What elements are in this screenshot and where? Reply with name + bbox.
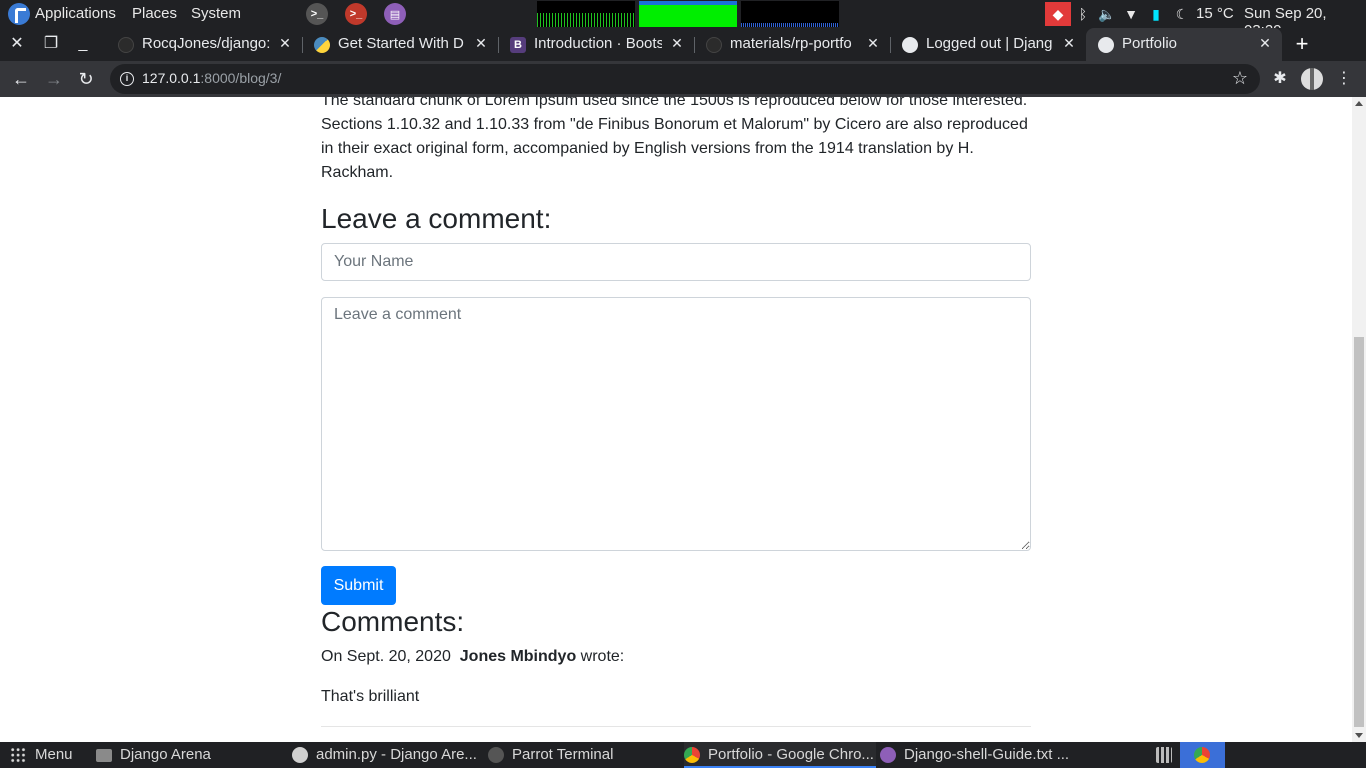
workspace-chrome-thumbnail[interactable]: [1180, 742, 1225, 768]
taskbar-item-portfolio-chrome[interactable]: Portfolio - Google Chro...: [684, 742, 876, 768]
new-tab-icon[interactable]: +: [1290, 33, 1314, 57]
editor-icon: [292, 747, 308, 763]
address-bar[interactable]: i 127.0.0.1:8000/blog/3/ ☆: [110, 64, 1260, 94]
applications-menu[interactable]: Applications: [35, 5, 116, 22]
comment-date: On Sept. 20, 2020: [321, 648, 451, 665]
chrome-menu-icon[interactable]: ⋮: [1334, 69, 1354, 89]
workspace-switcher-icon[interactable]: [1156, 742, 1176, 768]
comment-body: That's brilliant: [321, 688, 420, 705]
url-path: :8000/blog/3/: [200, 70, 282, 86]
profile-avatar[interactable]: [1301, 68, 1323, 90]
close-tab-icon[interactable]: ✕: [668, 34, 686, 52]
github-icon: [118, 37, 134, 53]
taskbar-item-django-shell-guide[interactable]: Django-shell-Guide.txt ...: [880, 742, 1074, 768]
system-menu[interactable]: System: [191, 5, 241, 22]
scrollbar-thumb[interactable]: [1354, 337, 1364, 727]
terminal-launcher-icon[interactable]: >_: [306, 3, 328, 25]
tab-label: Get Started With D: [338, 35, 464, 52]
taskbar-item-django-arena[interactable]: Django Arena: [96, 742, 284, 768]
close-window-icon[interactable]: ✕: [6, 33, 28, 55]
comment-textarea[interactable]: [321, 297, 1031, 551]
comment-wrote: wrote:: [580, 648, 625, 665]
os-top-panel: Applications Places System >_ >_ ▤ ◆ ᛒ 🔈…: [0, 0, 1366, 39]
restore-window-icon[interactable]: ❐: [40, 33, 62, 55]
terminal-icon: [488, 747, 504, 763]
github-icon: [706, 37, 722, 53]
back-icon[interactable]: ←: [9, 67, 33, 91]
page-scrollbar[interactable]: [1352, 97, 1366, 742]
taskbar-item-admin-py[interactable]: admin.py - Django Are...: [292, 742, 480, 768]
name-input[interactable]: [321, 243, 1031, 281]
tab-rocqjones-django[interactable]: RocqJones/django: ✕: [106, 28, 302, 61]
page-content: The standard chunk of Lorem Ipsum used s…: [0, 97, 1352, 742]
close-tab-icon[interactable]: ✕: [472, 34, 490, 52]
submit-button[interactable]: Submit: [321, 566, 396, 605]
globe-icon: [902, 37, 918, 53]
close-tab-icon[interactable]: ✕: [864, 34, 882, 52]
battery-icon[interactable]: ▮: [1148, 6, 1164, 22]
temperature: 15 °C: [1196, 5, 1234, 22]
taskbar-menu-button[interactable]: Menu: [0, 742, 86, 768]
wifi-icon[interactable]: ▼: [1123, 6, 1139, 22]
minimize-window-icon[interactable]: _: [72, 33, 94, 55]
text-editor-launcher-icon[interactable]: ▤: [384, 3, 406, 25]
browser-toolbar: ← → ↻ i 127.0.0.1:8000/blog/3/ ☆ ✱ ⋮: [0, 61, 1366, 97]
cpu-graph: [537, 1, 635, 27]
tab-logged-out-django[interactable]: Logged out | Djang ✕: [890, 28, 1086, 61]
weather-moon-icon: ☾: [1175, 6, 1189, 22]
tab-label: Logged out | Djang: [926, 35, 1053, 52]
comments-heading: Comments:: [321, 606, 465, 637]
close-tab-icon[interactable]: ✕: [1060, 34, 1078, 52]
comment-author: Jones Mbindyo: [459, 648, 577, 665]
chrome-icon: [684, 747, 700, 763]
tab-strip: ✕ ❐ _ RocqJones/django: ✕ Get Started Wi…: [0, 28, 1366, 61]
taskbar-item-parrot-terminal[interactable]: Parrot Terminal: [488, 742, 676, 768]
tab-portfolio[interactable]: Portfolio ✕: [1086, 28, 1282, 61]
tab-bootstrap-introduction[interactable]: B Introduction · Boots ✕: [498, 28, 694, 61]
intro-paragraph: The standard chunk of Lorem Ipsum used s…: [321, 97, 1028, 181]
bookmark-star-icon[interactable]: ☆: [1232, 68, 1248, 89]
forward-icon[interactable]: →: [42, 67, 66, 91]
taskbar: Menu Django Arena admin.py - Django Are.…: [0, 742, 1366, 768]
volume-icon[interactable]: 🔈: [1098, 6, 1115, 22]
tab-label: RocqJones/django:: [142, 35, 270, 52]
divider: [321, 726, 1031, 727]
root-terminal-launcher-icon[interactable]: >_: [345, 3, 367, 25]
network-graph: [741, 1, 839, 27]
url-host: 127.0.0.1: [142, 70, 201, 86]
text-editor-icon: [880, 747, 896, 763]
chrome-icon: [1194, 747, 1210, 763]
memory-graph: [639, 1, 737, 27]
folder-icon: [96, 749, 112, 762]
tab-label: materials/rp-portfo: [730, 35, 852, 52]
extensions-puzzle-icon[interactable]: ✱: [1270, 69, 1290, 89]
scroll-up-icon[interactable]: [1355, 101, 1363, 106]
leave-comment-heading: Leave a comment:: [321, 203, 552, 234]
grid-menu-icon: [10, 747, 26, 763]
globe-icon: [1098, 37, 1114, 53]
tab-label: Introduction · Boots: [534, 35, 662, 52]
site-info-icon[interactable]: i: [120, 72, 134, 86]
python-icon: [314, 37, 330, 53]
bluetooth-icon[interactable]: ᛒ: [1075, 6, 1091, 22]
tab-label: Portfolio: [1122, 35, 1178, 52]
scroll-down-icon[interactable]: [1355, 733, 1363, 738]
tab-materials-rp-portfolio[interactable]: materials/rp-portfo ✕: [694, 28, 890, 61]
places-menu[interactable]: Places: [132, 5, 177, 22]
anydesk-icon[interactable]: ◆: [1045, 2, 1071, 26]
comment-meta: On Sept. 20, 2020 Jones Mbindyo wrote:: [321, 648, 624, 666]
close-tab-icon[interactable]: ✕: [1256, 34, 1274, 52]
menu-label: Menu: [35, 746, 73, 763]
reload-icon[interactable]: ↻: [74, 67, 98, 91]
close-tab-icon[interactable]: ✕: [276, 34, 294, 52]
parrot-logo-icon[interactable]: [8, 3, 30, 25]
tab-get-started-django[interactable]: Get Started With D ✕: [302, 28, 498, 61]
bootstrap-icon: B: [510, 37, 526, 53]
